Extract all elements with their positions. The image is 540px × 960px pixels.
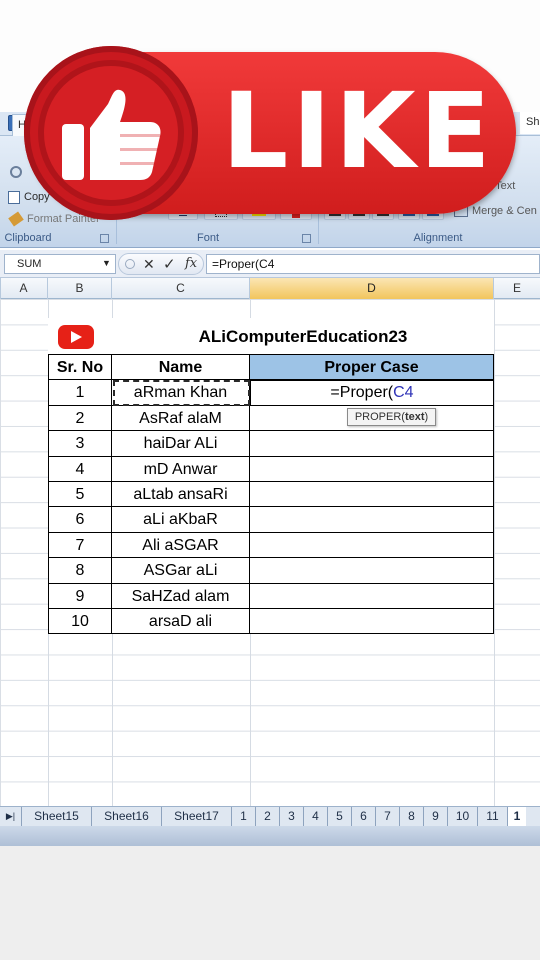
copy-label: Copy bbox=[24, 191, 50, 203]
column-headers: A B C D E bbox=[0, 278, 540, 299]
column-header-b[interactable]: B bbox=[48, 278, 112, 299]
table-cell-proper[interactable] bbox=[250, 482, 494, 508]
clipboard-group-label: Clipboard bbox=[4, 232, 52, 244]
insert-function-icon[interactable]: fx bbox=[185, 256, 197, 271]
table-cell-name[interactable]: aLtab ansaRi bbox=[112, 482, 250, 508]
cell-formula-text: =Proper( bbox=[330, 384, 394, 401]
table-cell-proper[interactable] bbox=[250, 532, 494, 559]
bottom-blank-area bbox=[0, 846, 540, 960]
sheet-tab[interactable]: 1 bbox=[508, 807, 526, 826]
table-cell-name[interactable]: mD Anwar bbox=[112, 456, 250, 482]
sheet-tab[interactable]: 10 bbox=[448, 807, 478, 826]
sheet-tab[interactable]: 3 bbox=[280, 807, 304, 826]
cut-icon[interactable] bbox=[10, 166, 22, 178]
table-cell-sr[interactable]: 10 bbox=[48, 609, 112, 635]
enter-icon[interactable]: ✓ bbox=[163, 255, 176, 273]
sheet-tab[interactable]: 9 bbox=[424, 807, 448, 826]
sheet-tab[interactable]: 6 bbox=[352, 807, 376, 826]
cancel-icon[interactable]: ✕ bbox=[143, 256, 155, 273]
table-cell-name[interactable]: AsRaf alaM bbox=[112, 405, 250, 432]
tooltip-function-name: PROPER( bbox=[354, 411, 405, 423]
alignment-group-label: Alignment bbox=[413, 232, 463, 244]
table-cell-proper[interactable] bbox=[250, 609, 494, 635]
font-launcher-icon[interactable] bbox=[302, 234, 311, 243]
function-tooltip[interactable]: PROPER(text) bbox=[347, 408, 436, 426]
copy-icon bbox=[8, 190, 20, 204]
grip-icon bbox=[125, 259, 135, 269]
referenced-cell-marquee bbox=[113, 380, 250, 406]
table-cell-proper[interactable] bbox=[250, 558, 494, 584]
sheet-tab[interactable]: 11 bbox=[478, 807, 508, 826]
table-cell-name[interactable]: arsaD ali bbox=[112, 609, 250, 635]
sheet-tab[interactable]: Sheet17 bbox=[162, 807, 232, 826]
active-cell-d4[interactable]: =Proper(C4 bbox=[250, 380, 494, 406]
table-cell-sr[interactable]: 8 bbox=[48, 558, 112, 584]
sheet-tab-bar: ▶| Sheet15 Sheet16 Sheet17 1 2 3 4 5 6 7 8 9 10 11 1 bbox=[0, 806, 540, 826]
table-cell-name[interactable]: SaHZad alam bbox=[112, 583, 250, 609]
column-header-a[interactable]: A bbox=[0, 278, 48, 299]
column-header-d[interactable]: D bbox=[250, 278, 494, 299]
table-cell-sr[interactable]: 2 bbox=[48, 405, 112, 432]
table-cell-sr[interactable]: 7 bbox=[48, 532, 112, 559]
table-title: ALiComputerEducation23 bbox=[198, 327, 408, 346]
table-cell-sr[interactable]: 6 bbox=[48, 507, 112, 533]
sheet-tab[interactable]: 8 bbox=[400, 807, 424, 826]
sheet-tab[interactable]: Sheet16 bbox=[92, 807, 162, 826]
table-cell-sr[interactable]: 1 bbox=[48, 380, 112, 406]
clipboard-launcher-icon[interactable] bbox=[100, 234, 109, 243]
gridline bbox=[494, 299, 495, 806]
tooltip-close-paren: ) bbox=[424, 411, 429, 423]
table-cell-proper[interactable] bbox=[250, 431, 494, 457]
table-cell-name[interactable]: Ali aSGAR bbox=[112, 532, 250, 559]
table-cell-name[interactable]: ASGar aLi bbox=[112, 558, 250, 584]
sheet-tab[interactable]: 2 bbox=[256, 807, 280, 826]
sheet-tab[interactable]: 1 bbox=[232, 807, 256, 826]
column-header-e[interactable]: E bbox=[494, 278, 540, 299]
table-cell-name[interactable]: haiDar ALi bbox=[112, 431, 250, 457]
chevron-down-icon[interactable]: ▼ bbox=[102, 258, 111, 268]
formula-input[interactable]: =Proper(C4 bbox=[206, 254, 540, 274]
tab-scroll-last-icon[interactable]: ▶| bbox=[0, 807, 22, 826]
formula-bar: SUM ▼ ✕ ✓ fx =Proper(C4 bbox=[0, 250, 540, 278]
font-group-label: Font bbox=[196, 232, 219, 244]
table-cell-sr[interactable]: 5 bbox=[48, 482, 112, 508]
merge-center-label: Merge & Cen bbox=[472, 205, 537, 217]
sheet-tab[interactable]: 5 bbox=[328, 807, 352, 826]
column-header-c[interactable]: C bbox=[112, 278, 250, 299]
tab-right-label: Sh bbox=[526, 116, 540, 128]
thumbs-up-icon bbox=[62, 89, 161, 180]
tooltip-argument: text bbox=[404, 411, 425, 423]
table-cell-proper[interactable] bbox=[250, 456, 494, 482]
cell-formula-reference: C4 bbox=[393, 384, 414, 401]
table-cell-sr[interactable]: 3 bbox=[48, 431, 112, 457]
header-proper[interactable]: Proper Case bbox=[250, 355, 494, 381]
table-cell-proper[interactable] bbox=[250, 583, 494, 609]
name-box[interactable]: SUM bbox=[4, 254, 116, 274]
status-bar bbox=[0, 826, 540, 846]
table-cell-proper[interactable] bbox=[250, 507, 494, 533]
table-cell-sr[interactable]: 4 bbox=[48, 456, 112, 482]
format-painter-icon bbox=[8, 211, 24, 227]
formula-buttons: ✕ ✓ fx bbox=[118, 253, 204, 275]
table-cell-name[interactable]: aLi aKbaR bbox=[112, 507, 250, 533]
header-name[interactable]: Name bbox=[112, 355, 250, 381]
play-icon bbox=[71, 331, 82, 343]
table-cell-sr[interactable]: 9 bbox=[48, 583, 112, 609]
sheet-tab[interactable]: 4 bbox=[304, 807, 328, 826]
header-sr[interactable]: Sr. No bbox=[48, 355, 112, 381]
tab-right[interactable]: Sh bbox=[520, 112, 540, 134]
like-text: LIKE bbox=[222, 70, 495, 192]
sheet-tab[interactable]: Sheet15 bbox=[22, 807, 92, 826]
sheet-tab[interactable]: 7 bbox=[376, 807, 400, 826]
